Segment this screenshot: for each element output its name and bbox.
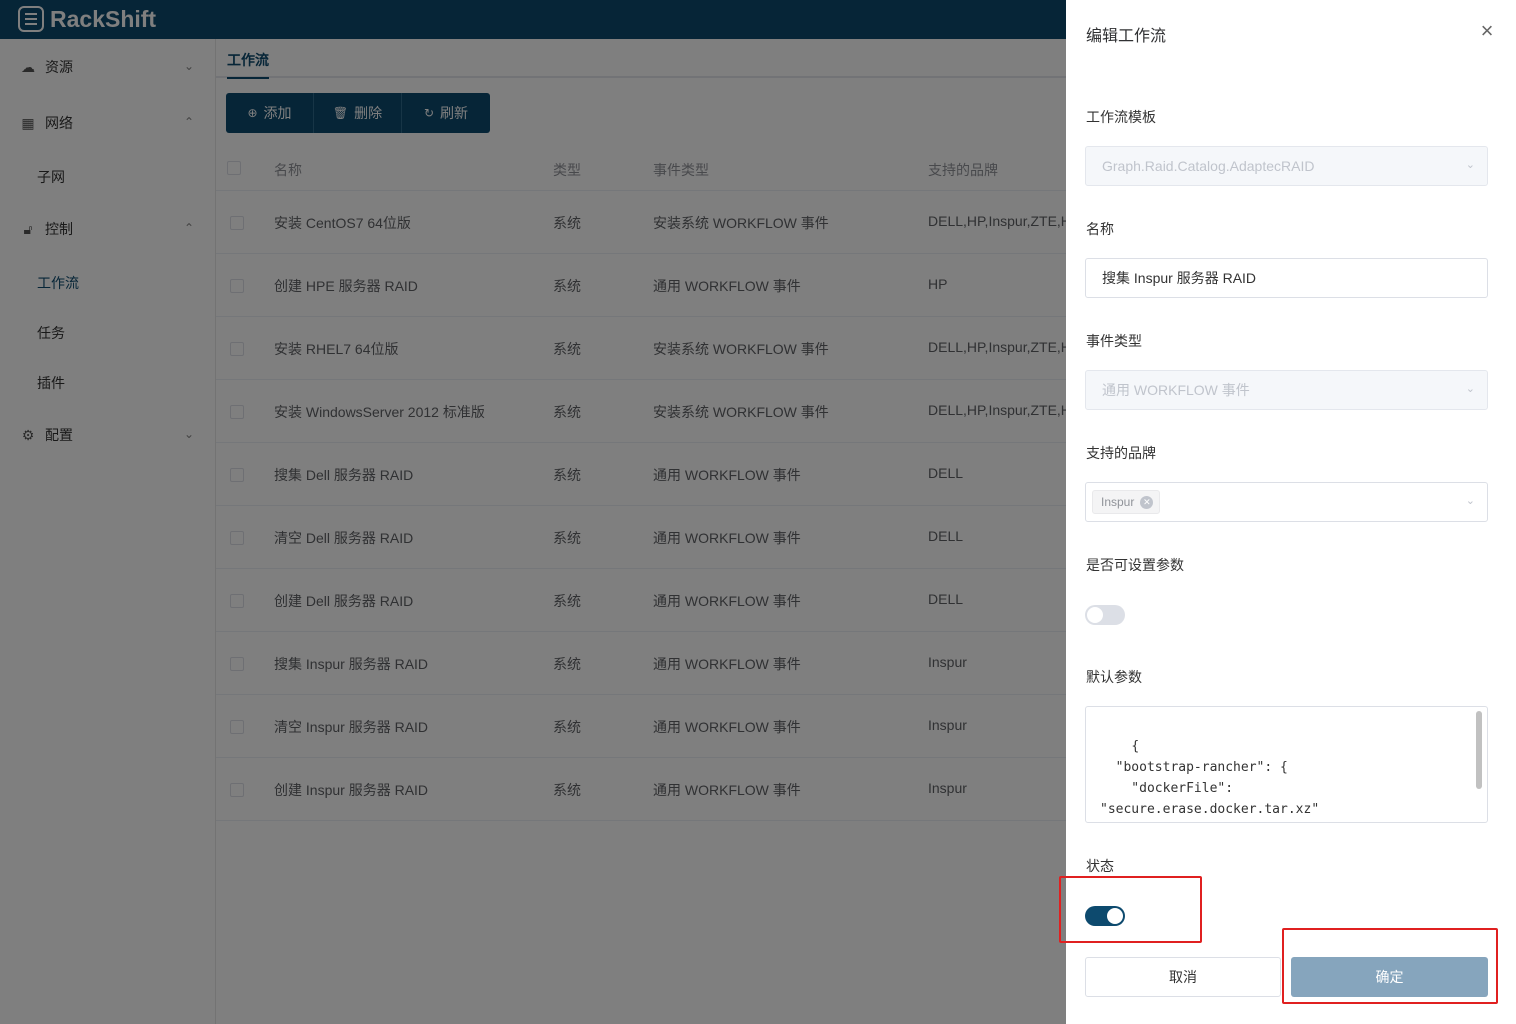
status-label: 状态	[1086, 858, 1114, 874]
event-type-select: 通用 WORKFLOW 事件 ⌄	[1085, 370, 1488, 410]
brand-label: 支持的品牌	[1086, 445, 1156, 461]
name-label: 名称	[1086, 221, 1114, 237]
scrollbar-thumb[interactable]	[1476, 711, 1482, 789]
settable-switch[interactable]	[1085, 605, 1125, 625]
chevron-down-icon: ⌄	[1465, 159, 1475, 171]
brand-tag-label: Inspur	[1101, 495, 1135, 509]
event-type-select-value: 通用 WORKFLOW 事件	[1102, 382, 1250, 398]
template-select: Graph.Raid.Catalog.AdaptecRAID ⌄	[1085, 146, 1488, 186]
status-highlight-box	[1059, 876, 1202, 943]
chevron-down-icon: ⌄	[1465, 495, 1475, 507]
drawer-title: 编辑工作流	[1086, 28, 1167, 45]
close-icon[interactable]: ×	[1476, 20, 1498, 42]
default-params-label: 默认参数	[1086, 669, 1142, 685]
template-label: 工作流模板	[1086, 109, 1156, 125]
modal-overlay[interactable]	[0, 0, 1066, 1024]
default-params-textarea[interactable]: { "bootstrap-rancher": { "dockerFile": "…	[1085, 706, 1488, 823]
settable-label: 是否可设置参数	[1086, 557, 1184, 573]
switch-knob	[1087, 607, 1103, 623]
default-params-value: { "bootstrap-rancher": { "dockerFile": "…	[1100, 739, 1320, 817]
template-select-value: Graph.Raid.Catalog.AdaptecRAID	[1102, 158, 1315, 174]
tag-remove-icon[interactable]: ✕	[1140, 495, 1154, 509]
brand-tag: Inspur ✕	[1092, 490, 1161, 514]
cancel-button[interactable]: 取消	[1085, 957, 1281, 997]
edit-workflow-drawer: 编辑工作流 × 工作流模板 Graph.Raid.Catalog.Adaptec…	[1066, 0, 1516, 1024]
confirm-highlight-box	[1282, 928, 1498, 1004]
name-input-value: 搜集 Inspur 服务器 RAID	[1102, 270, 1257, 286]
brand-multiselect[interactable]: Inspur ✕ ⌄	[1085, 482, 1488, 522]
textarea-scrollbar[interactable]	[1475, 709, 1483, 821]
name-input[interactable]: 搜集 Inspur 服务器 RAID	[1085, 258, 1488, 298]
event-type-label: 事件类型	[1086, 333, 1142, 349]
chevron-down-icon: ⌄	[1465, 383, 1475, 395]
